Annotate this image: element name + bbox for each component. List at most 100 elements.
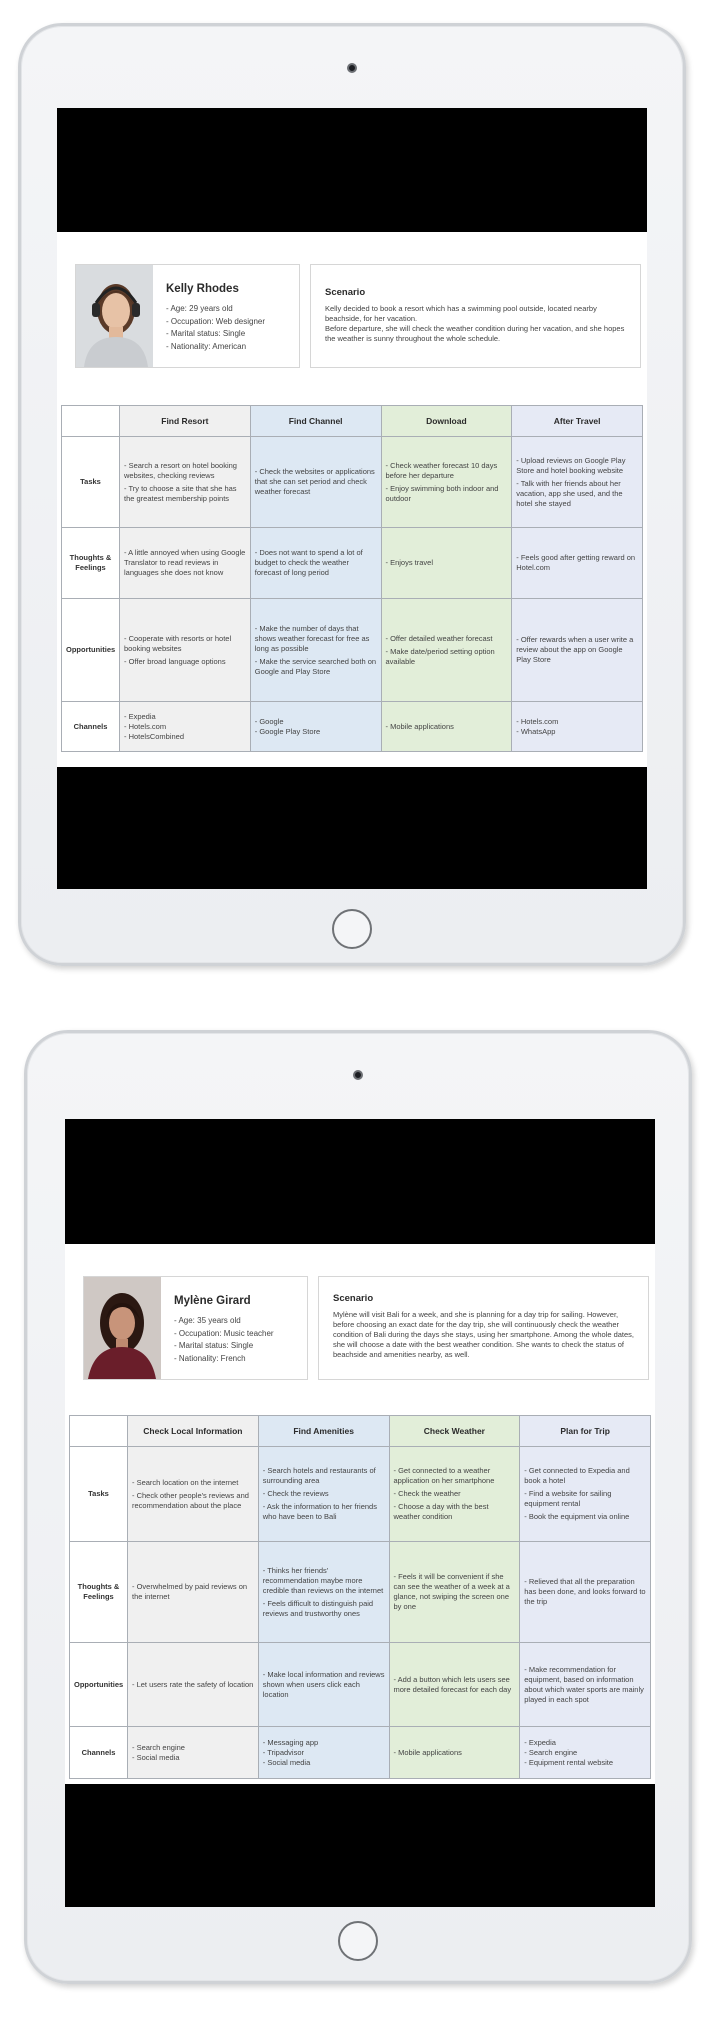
- journey-cell: - Upload reviews on Google Play Store an…: [511, 436, 643, 528]
- journey-cell: - Make local information and reviews sho…: [257, 1642, 390, 1727]
- persona-fact: - Age: 35 years old: [174, 1316, 241, 1325]
- stage-header: Find Channel: [249, 405, 382, 437]
- journey-row: Tasks - Search a resort on hotel booking …: [61, 436, 643, 528]
- cell-item: - Expedia - Hotels.com - HotelsCombined: [124, 711, 185, 741]
- cell-item: - Feels it will be convenient if she can…: [393, 1572, 510, 1611]
- camera-icon: [353, 1070, 363, 1080]
- cell-item: - Make recommendation for equipment, bas…: [524, 1664, 644, 1704]
- persona-fact: - Marital status: Single: [166, 329, 246, 338]
- journey-cell: - Relieved that all the preparation has …: [519, 1541, 651, 1643]
- journey-cell: - Offer rewards when a user write a revi…: [511, 598, 643, 702]
- cell-item: - Cooperate with resorts or hotel bookin…: [124, 633, 232, 653]
- persona-name: Mylène Girard: [174, 1295, 251, 1307]
- tablet-frame: Kelly Rhodes - Age: 29 years old - Occup…: [18, 23, 686, 966]
- cell-item: - Check the websites or applications tha…: [254, 467, 375, 496]
- scenario-text: Kelly decided to book a resort which has…: [325, 304, 625, 343]
- tablet-screen: Mylène Girard - Age: 35 years old - Occu…: [65, 1119, 655, 1907]
- journey-body: Tasks - Search a resort on hotel booking …: [61, 436, 643, 752]
- cell-item: - Search engine - Social media: [132, 1742, 185, 1762]
- cell-item: - Enjoy swimming both indoor and outdoor: [385, 483, 499, 503]
- persona-facts: - Age: 29 years old - Occupation: Web de…: [166, 303, 265, 353]
- stage-header: After Travel: [511, 405, 643, 437]
- journey-cell: - Search engine - Social media: [127, 1726, 259, 1779]
- journey-map-slide: Mylène Girard - Age: 35 years old - Occu…: [65, 1244, 655, 1784]
- cell-item: - Mobile applications: [385, 721, 454, 731]
- journey-cell: - Does not want to spend a lot of budget…: [249, 527, 382, 599]
- cell-item: - Messaging app - Tripadvisor - Social m…: [262, 1737, 319, 1767]
- journey-row: Thoughts & Feelings - A little annoyed wh…: [61, 527, 643, 599]
- home-button[interactable]: [332, 909, 372, 949]
- stage-header-row: Find Resort Find Channel Download After …: [61, 405, 643, 437]
- cell-item: - Make the number of days that shows wea…: [254, 623, 370, 653]
- journey-cell: - Make the number of days that shows wea…: [249, 598, 382, 702]
- persona-fact: - Occupation: Music teacher: [174, 1328, 274, 1338]
- journey-cell: - A little annoyed when using Google Tra…: [119, 527, 251, 599]
- journey-cell: - Google - Google Play Store: [249, 701, 382, 752]
- persona-name: Kelly Rhodes: [166, 283, 239, 295]
- stage-header: Download: [380, 405, 513, 437]
- journey-cell: - Search a resort on hotel booking websi…: [119, 436, 251, 528]
- journey-cell: - Get connected to Expedia and book a ho…: [519, 1446, 651, 1542]
- tablet-screen: Kelly Rhodes - Age: 29 years old - Occup…: [57, 108, 647, 889]
- persona-photo: [84, 1277, 161, 1379]
- persona-fact: - Age: 29 years old: [166, 304, 233, 313]
- journey-row: Opportunities - Cooperate with resorts or…: [61, 598, 643, 702]
- cell-item: - A little annoyed when using Google Tra…: [124, 548, 246, 577]
- journey-cell: - Search hotels and restaurants of surro…: [257, 1446, 390, 1542]
- stage-header: Plan for Trip: [519, 1415, 651, 1447]
- row-label: Thoughts & Feelings: [69, 1541, 128, 1643]
- row-label: Tasks: [69, 1446, 128, 1542]
- journey-row: Channels - Expedia - Hotels.com - HotelsC…: [61, 701, 643, 752]
- journey-cell: - Expedia - Hotels.com - HotelsCombined: [119, 701, 251, 752]
- cell-item: - Thinks her friends' recommendation may…: [262, 1565, 384, 1595]
- journey-cell: - Messaging app - Tripadvisor - Social m…: [257, 1726, 390, 1779]
- journey-body: Tasks - Search location on the internet - …: [69, 1446, 651, 1779]
- persona-fact: - Marital status: Single: [174, 1341, 254, 1350]
- cell-item: - Offer rewards when a user write a revi…: [516, 635, 634, 664]
- scenario-text: Mylène will visit Bali for a week, and s…: [333, 1310, 635, 1359]
- journey-table: Find Resort Find Channel Download After …: [61, 405, 643, 752]
- journey-row: Tasks - Search location on the internet - …: [69, 1446, 651, 1542]
- row-label: Opportunities: [69, 1642, 128, 1727]
- cell-item: - Choose a day with the best weather con…: [393, 1502, 489, 1521]
- scenario-title: Scenario: [325, 287, 366, 298]
- cell-item: - Check the weather: [393, 1489, 461, 1498]
- journey-cell: - Check the websites or applications tha…: [249, 436, 382, 528]
- cell-item: - Try to choose a site that she has the …: [124, 483, 237, 503]
- cell-item: - Search a resort on hotel booking websi…: [124, 460, 237, 480]
- persona-facts: - Age: 35 years old - Occupation: Music …: [174, 1315, 274, 1365]
- scenario-title: Scenario: [333, 1293, 374, 1304]
- persona-card: Mylène Girard - Age: 35 years old - Occu…: [83, 1276, 308, 1380]
- journey-cell: - Thinks her friends' recommendation may…: [257, 1541, 390, 1643]
- journey-cell: - Make recommendation for equipment, bas…: [519, 1642, 651, 1727]
- scenario-card: Scenario Mylène will visit Bali for a we…: [318, 1276, 649, 1380]
- cell-item: - Overwhelmed by paid reviews on the int…: [132, 1582, 248, 1601]
- cell-item: - Search location on the internet: [132, 1477, 239, 1487]
- cell-item: - Search hotels and restaurants of surro…: [262, 1466, 376, 1485]
- cell-item: - Find a website for sailing equipment r…: [524, 1489, 612, 1508]
- cell-item: - Relieved that all the preparation has …: [524, 1577, 646, 1606]
- cell-item: - Make date/period setting option availa…: [385, 646, 495, 666]
- journey-cell: - Mobile applications: [388, 1726, 521, 1779]
- scenario-card: Scenario Kelly decided to book a resort …: [310, 264, 641, 368]
- cell-item: - Mobile applications: [393, 1747, 462, 1757]
- journey-cell: - Search location on the internet - Check…: [127, 1446, 259, 1542]
- row-label: Opportunities: [61, 598, 120, 702]
- cell-item: - Make local information and reviews sho…: [262, 1669, 385, 1699]
- cell-item: - Get connected to Expedia and book a ho…: [524, 1466, 630, 1485]
- camera-icon: [347, 63, 357, 73]
- cell-item: - Check the reviews: [262, 1489, 329, 1498]
- journey-cell: - Enjoys travel: [380, 527, 513, 599]
- cell-item: - Feels good after getting reward on Hot…: [516, 553, 636, 572]
- home-button[interactable]: [338, 1921, 378, 1961]
- stage-header-row: Check Local Information Find Amenities C…: [69, 1415, 651, 1447]
- cell-item: - Talk with her friends about her vacati…: [516, 478, 623, 508]
- journey-cell: - Cooperate with resorts or hotel bookin…: [119, 598, 251, 702]
- journey-row: Channels - Search engine - Social media - …: [69, 1726, 651, 1779]
- journey-map-slide: Kelly Rhodes - Age: 29 years old - Occup…: [57, 232, 647, 767]
- persona-card: Kelly Rhodes - Age: 29 years old - Occup…: [75, 264, 300, 368]
- cell-item: - Hotels.com - WhatsApp: [516, 716, 559, 736]
- cell-item: - Offer detailed weather forecast: [385, 633, 493, 643]
- cell-item: - Enjoys travel: [385, 558, 434, 567]
- cell-item: - Offer broad language options: [124, 656, 226, 666]
